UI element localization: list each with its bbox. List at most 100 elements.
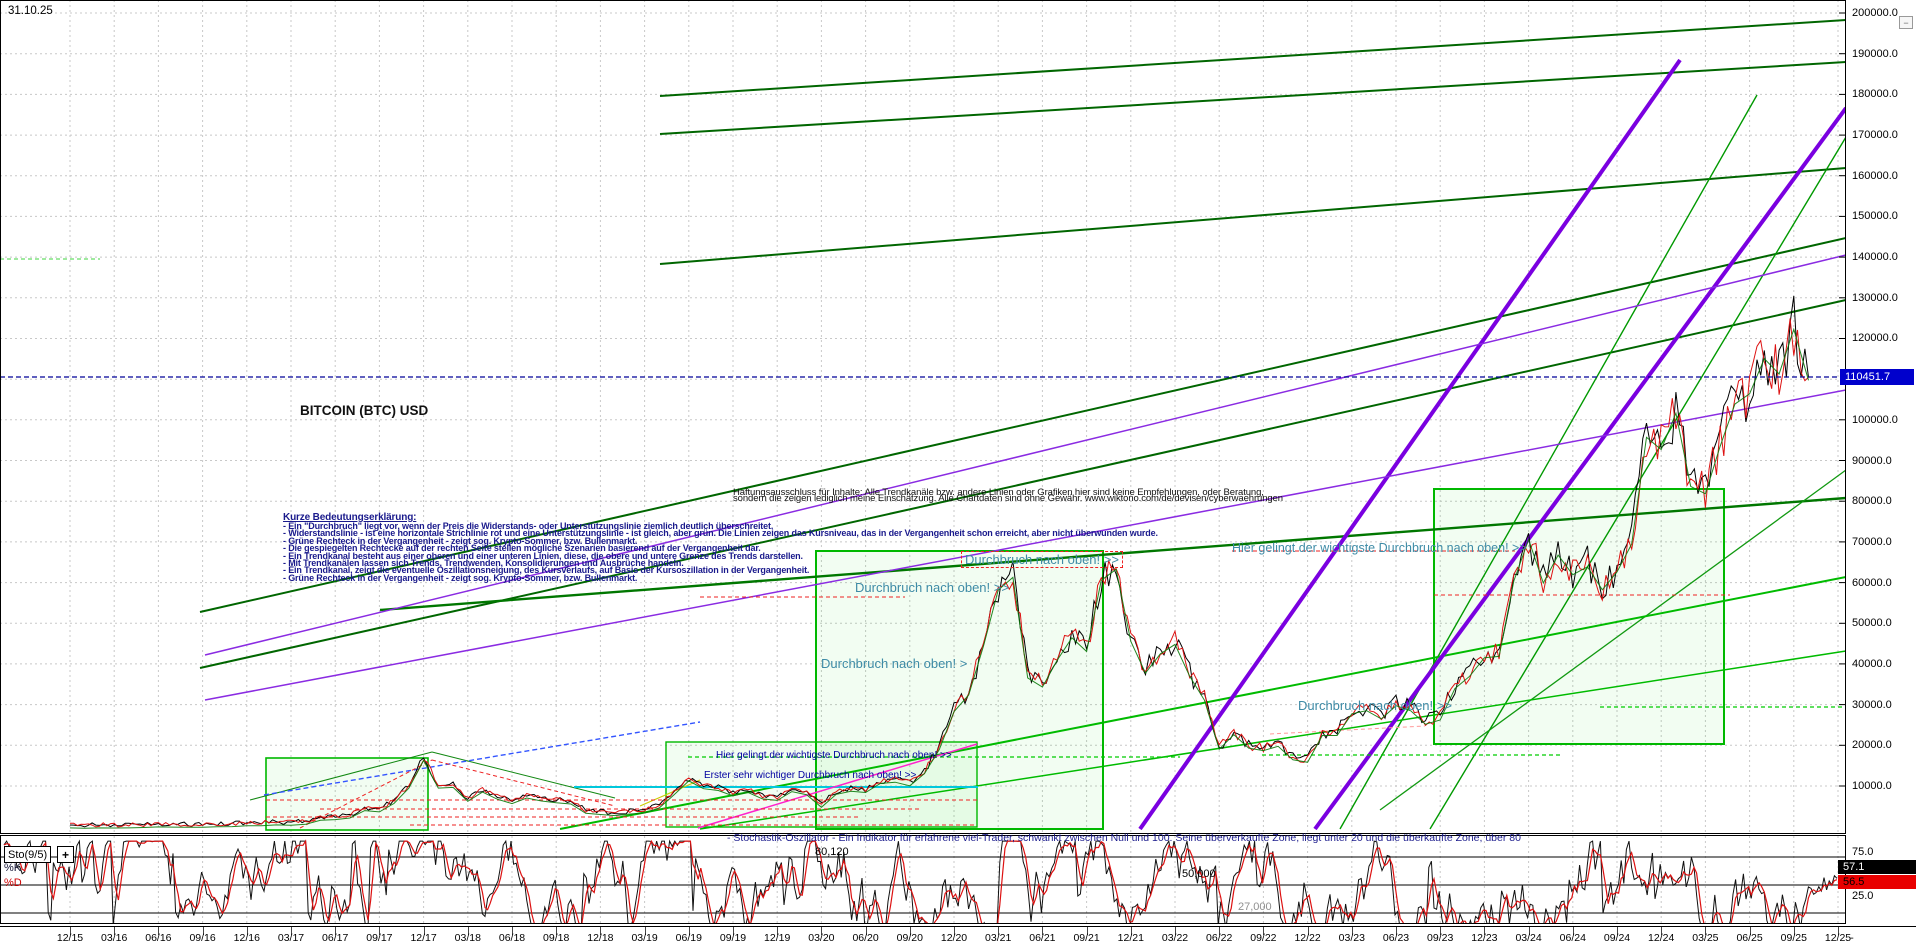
time-axis-tick [821, 927, 822, 935]
time-axis-tick [70, 927, 71, 935]
time-axis-tick [512, 927, 513, 935]
time-axis-tick [379, 927, 380, 935]
time-axis-label: 06/23 [1383, 932, 1409, 944]
time-axis-tick [1396, 927, 1397, 935]
time-axis-label: 03/24 [1515, 932, 1541, 944]
price-axis-label: 60000.0 [1852, 577, 1892, 589]
time-axis-tick [291, 927, 292, 935]
time-axis-tick [866, 927, 867, 935]
time-axis-tick [1440, 927, 1441, 935]
time-axis-tick [1794, 927, 1795, 935]
price-axis-label: 170000.0 [1852, 129, 1898, 141]
time-axis-label: 09/22 [1250, 932, 1276, 944]
time-axis-label: 09/17 [366, 932, 392, 944]
stochastic-d-line [4, 841, 1837, 924]
time-axis-tick [1661, 927, 1662, 935]
time-axis-tick [335, 927, 336, 935]
time-axis-suffix: - [1850, 932, 1854, 944]
time-axis-label: 09/25 [1781, 932, 1807, 944]
indicator-label-box[interactable]: Sto(9/5) [4, 846, 51, 863]
time-axis-tick [600, 927, 601, 935]
time-axis-label: 12/22 [1294, 932, 1320, 944]
time-axis-tick [1573, 927, 1574, 935]
time-axis-label: 12/16 [234, 932, 260, 944]
price-axis-ticks [1839, 13, 1846, 786]
time-axis-label: 09/20 [897, 932, 923, 944]
time-axis-label: 03/18 [455, 932, 481, 944]
time-axis-label: 06/24 [1560, 932, 1586, 944]
price-axis-label: 40000.0 [1852, 658, 1892, 670]
price-axis-label: 140000.0 [1852, 251, 1898, 263]
time-axis-tick [1263, 927, 1264, 935]
time-axis-tick [1042, 927, 1043, 935]
time-axis-label: 06/22 [1206, 932, 1232, 944]
time-axis-label: 12/15 [57, 932, 83, 944]
osc-upper-level-label: 75.0 [1852, 846, 1873, 858]
time-axis-label: 06/20 [852, 932, 878, 944]
time-axis-label: 12/24 [1648, 932, 1674, 944]
time-axis-label: 03/25 [1692, 932, 1718, 944]
time-axis-tick [777, 927, 778, 935]
collapse-chart-button[interactable]: − [1899, 16, 1913, 29]
price-axis-label: 120000.0 [1852, 332, 1898, 344]
time-axis-tick [556, 927, 557, 935]
time-axis-tick [1529, 927, 1530, 935]
time-axis-tick [114, 927, 115, 935]
time-axis-label: 12/21 [1118, 932, 1144, 944]
time-axis-tick [1705, 927, 1706, 935]
time-axis-label: 03/23 [1339, 932, 1365, 944]
time-axis-label: 06/17 [322, 932, 348, 944]
price-axis-label: 180000.0 [1852, 88, 1898, 100]
time-axis-tick [1484, 927, 1485, 935]
time-axis-tick [1750, 927, 1751, 935]
time-axis-label: 12/18 [587, 932, 613, 944]
time-axis-tick [1087, 927, 1088, 935]
time-axis-label: 06/21 [1029, 932, 1055, 944]
price-axis-label: 30000.0 [1852, 699, 1892, 711]
time-axis-tick [910, 927, 911, 935]
time-axis-tick [1838, 927, 1839, 935]
time-axis-tick [203, 927, 204, 935]
price-axis-label: 100000.0 [1852, 414, 1898, 426]
price-axis-label: 150000.0 [1852, 210, 1898, 222]
indicator-add-button[interactable]: + [57, 846, 74, 863]
time-axis-label: 06/19 [676, 932, 702, 944]
time-axis-tick [247, 927, 248, 935]
price-axis-label: 50000.0 [1852, 617, 1892, 629]
price-axis-label: 10000.0 [1852, 780, 1892, 792]
price-axis-label: 90000.0 [1852, 455, 1892, 467]
time-axis-tick [1131, 927, 1132, 935]
time-axis-tick [689, 927, 690, 935]
main-chart-canvas[interactable] [0, 0, 1846, 834]
time-axis-tick [1308, 927, 1309, 935]
time-axis-label: 12/19 [764, 932, 790, 944]
stochastic-d-value-badge: 56.5 [1838, 875, 1916, 889]
price-axis-label: 130000.0 [1852, 292, 1898, 304]
osc-grid [70, 836, 1838, 923]
price-axis-label: 160000.0 [1852, 170, 1898, 182]
price-axis-label: 70000.0 [1852, 536, 1892, 548]
time-axis-label: 09/21 [1073, 932, 1099, 944]
time-axis-label: 12/20 [941, 932, 967, 944]
time-axis-label: 09/24 [1604, 932, 1630, 944]
time-axis-label: 06/16 [145, 932, 171, 944]
time-axis-tick [468, 927, 469, 935]
stochastic-k-line [4, 841, 1837, 924]
price-axis-label: 20000.0 [1852, 739, 1892, 751]
time-axis-label: 03/22 [1162, 932, 1188, 944]
time-axis-label: 09/19 [720, 932, 746, 944]
time-axis-label: 03/20 [808, 932, 834, 944]
time-axis-tick [1617, 927, 1618, 935]
time-axis: 12/1503/1606/1609/1612/1603/1706/1709/17… [0, 926, 1916, 948]
time-axis-label: 12/17 [410, 932, 436, 944]
time-axis-tick [424, 927, 425, 935]
stochastic-k-value-badge: 57.1 [1838, 860, 1916, 874]
btc-chart-window: { "palette": { "badge_blue": "#0000cc", … [0, 0, 1916, 948]
time-axis-label: 03/17 [278, 932, 304, 944]
oscillator-canvas[interactable] [0, 835, 1846, 924]
price-axis-label: 190000.0 [1852, 48, 1898, 60]
time-axis-tick [158, 927, 159, 935]
time-axis-tick [998, 927, 999, 935]
time-axis-tick [954, 927, 955, 935]
time-axis-tick [1219, 927, 1220, 935]
